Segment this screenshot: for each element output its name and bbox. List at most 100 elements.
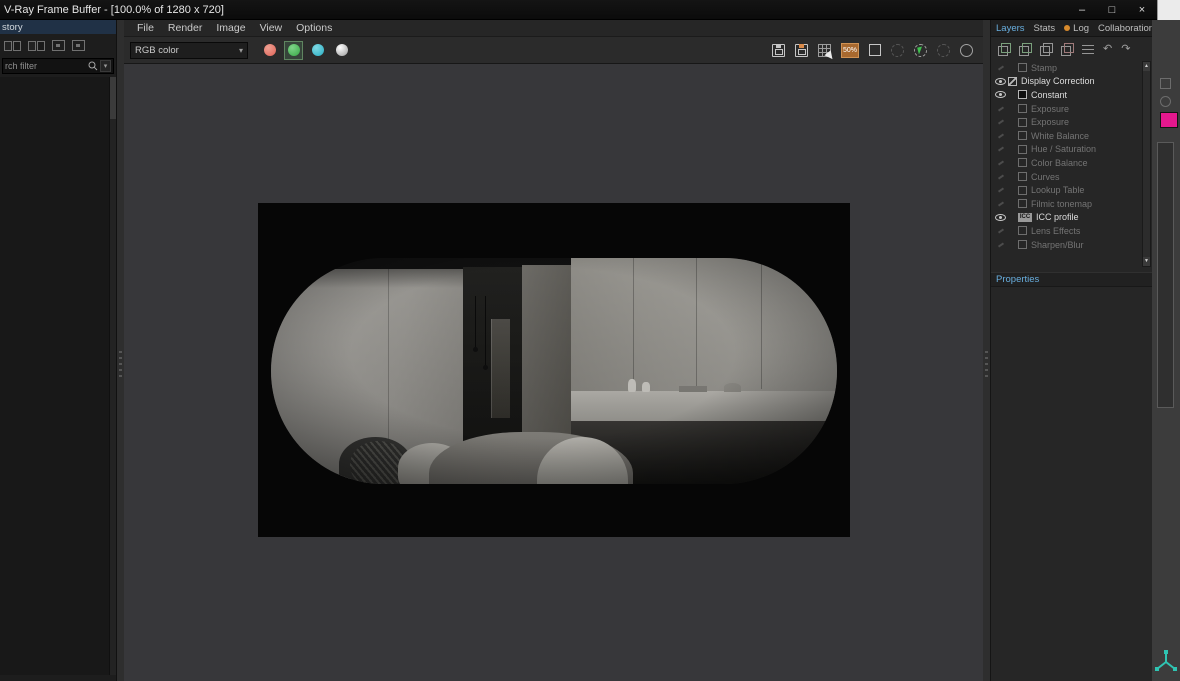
layers-scrollbar[interactable]: ▲ ▼ (1142, 61, 1151, 267)
channel-select[interactable]: RGB color ▾ (130, 41, 248, 59)
layer-row[interactable]: Hue / Saturation (991, 143, 1142, 157)
add-folder-button[interactable] (1019, 43, 1032, 56)
vfb-toolbar-icons: 50% (771, 42, 977, 58)
layer-type-icon (1018, 117, 1027, 127)
add-layer-button[interactable] (998, 43, 1011, 56)
eye-hidden-icon[interactable] (993, 65, 1008, 71)
history-scrollbar-thumb[interactable] (110, 77, 116, 119)
search-options-dropdown[interactable]: ▾ (100, 60, 111, 72)
maximize-button[interactable]: □ (1097, 0, 1127, 19)
layer-label: Sharpen/Blur (1031, 239, 1084, 250)
layer-type-icon (1018, 90, 1027, 100)
properties-header[interactable]: Properties (991, 272, 1152, 287)
set-image-b-icon[interactable] (72, 40, 85, 51)
layer-type-icon (1018, 185, 1027, 195)
layers-panel: Layers Stats Log Collaboration ↶ ↷ Stamp Dis… (990, 20, 1154, 681)
tab-log[interactable]: Log (1064, 23, 1089, 34)
track-mouse-button[interactable] (937, 43, 950, 57)
layer-row[interactable]: Display Correction (991, 75, 1142, 89)
compare-horizontal-icon[interactable] (28, 40, 45, 51)
layer-row[interactable]: Stamp (991, 61, 1142, 75)
scroll-up-icon[interactable]: ▲ (1143, 62, 1150, 71)
tab-layers[interactable]: Layers (996, 23, 1025, 34)
layer-row[interactable]: Sharpen/Blur (991, 238, 1142, 252)
delete-layer-button[interactable] (1061, 43, 1074, 56)
eye-visible-icon[interactable] (993, 91, 1008, 99)
eye-hidden-icon[interactable] (993, 119, 1008, 125)
eye-visible-icon[interactable] (993, 213, 1008, 221)
tab-collaboration[interactable]: Collaboration (1098, 23, 1154, 34)
right-splitter[interactable] (983, 20, 990, 681)
menu-item-options[interactable]: Options (289, 22, 339, 34)
eye-hidden-icon[interactable] (993, 201, 1008, 207)
layer-row[interactable]: Filmic tonemap (991, 197, 1142, 211)
layer-label: Filmic tonemap (1031, 198, 1093, 209)
render-canvas[interactable] (124, 64, 983, 681)
blue-circle-icon (311, 44, 324, 56)
follow-mouse-button[interactable] (914, 43, 927, 57)
eye-visible-icon[interactable] (993, 77, 1008, 85)
minimize-button[interactable]: – (1067, 0, 1097, 19)
tab-stats[interactable]: Stats (1034, 23, 1056, 34)
layer-row[interactable]: White Balance (991, 129, 1142, 143)
window-controls: – □ × (1067, 0, 1157, 19)
blue-channel-button[interactable] (308, 41, 327, 60)
layer-label: Lens Effects (1031, 225, 1081, 236)
layer-row[interactable]: Lens Effects (991, 224, 1142, 238)
undo-button[interactable]: ↶ (1103, 43, 1112, 55)
layer-row[interactable]: Exposure (991, 102, 1142, 116)
green-circle-icon (287, 44, 300, 56)
eye-hidden-icon[interactable] (993, 241, 1008, 248)
save-image-button[interactable] (771, 43, 785, 57)
save-all-channels-button[interactable] (794, 43, 808, 57)
search-filter-input[interactable]: rch filter (5, 61, 88, 71)
magenta-color-swatch[interactable] (1160, 112, 1178, 128)
red-channel-button[interactable] (260, 41, 279, 60)
layer-row[interactable]: Curves (991, 170, 1142, 184)
set-image-a-icon[interactable] (52, 40, 65, 51)
zoom-badge-button[interactable]: 50% (840, 42, 859, 58)
layer-row[interactable]: ICC ICC profile (991, 211, 1142, 225)
green-channel-button[interactable] (284, 40, 303, 60)
redo-button[interactable]: ↷ (1121, 43, 1130, 55)
vray-frame-buffer-window: V-Ray Frame Buffer - [100.0% of 1280 x 7… (0, 0, 1180, 681)
layer-list-button[interactable] (1082, 44, 1094, 54)
menu-item-image[interactable]: Image (209, 22, 252, 34)
layer-row[interactable]: Constant (991, 88, 1142, 102)
menu-item-file[interactable]: File (130, 22, 161, 34)
eye-hidden-icon[interactable] (993, 146, 1008, 152)
history-toolbar (0, 34, 116, 57)
duplicate-layer-button[interactable] (1040, 43, 1053, 56)
menu-item-render[interactable]: Render (161, 22, 209, 34)
close-button[interactable]: × (1127, 0, 1157, 19)
add-layer-icon (998, 43, 1011, 56)
menu-item-view[interactable]: View (253, 22, 290, 34)
eye-hidden-icon[interactable] (993, 187, 1008, 193)
history-scrollbar[interactable] (109, 77, 116, 675)
eye-hidden-icon[interactable] (993, 228, 1008, 234)
window-titlebar[interactable]: V-Ray Frame Buffer - [100.0% of 1280 x 7… (0, 0, 1157, 20)
properties-body (991, 288, 1152, 681)
layer-row[interactable]: Lookup Table (991, 183, 1142, 197)
duplicate-layer-icon (1040, 43, 1053, 56)
monochrome-button[interactable] (332, 41, 351, 60)
pixel-info-button[interactable] (817, 43, 831, 57)
eye-hidden-icon[interactable] (993, 106, 1008, 112)
region-render-button[interactable] (891, 43, 904, 57)
panel-scrollbar[interactable] (1157, 142, 1174, 408)
background-window-corner (1157, 0, 1180, 20)
left-splitter[interactable] (117, 20, 124, 681)
eye-hidden-icon[interactable] (993, 160, 1008, 166)
history-list[interactable] (0, 77, 109, 675)
tool-icon (1160, 96, 1171, 107)
layer-row[interactable]: Color Balance (991, 156, 1142, 170)
layer-type-icon (1018, 199, 1027, 209)
compare-ab-icon[interactable] (4, 40, 21, 51)
scroll-down-icon[interactable]: ▼ (1143, 257, 1150, 266)
eye-hidden-icon[interactable] (993, 174, 1008, 180)
render-region-button[interactable] (960, 43, 973, 57)
eye-hidden-icon[interactable] (993, 133, 1008, 139)
layer-row[interactable]: Exposure (991, 115, 1142, 129)
one-to-one-button[interactable] (869, 44, 881, 56)
render-stadium-crop (271, 258, 837, 484)
